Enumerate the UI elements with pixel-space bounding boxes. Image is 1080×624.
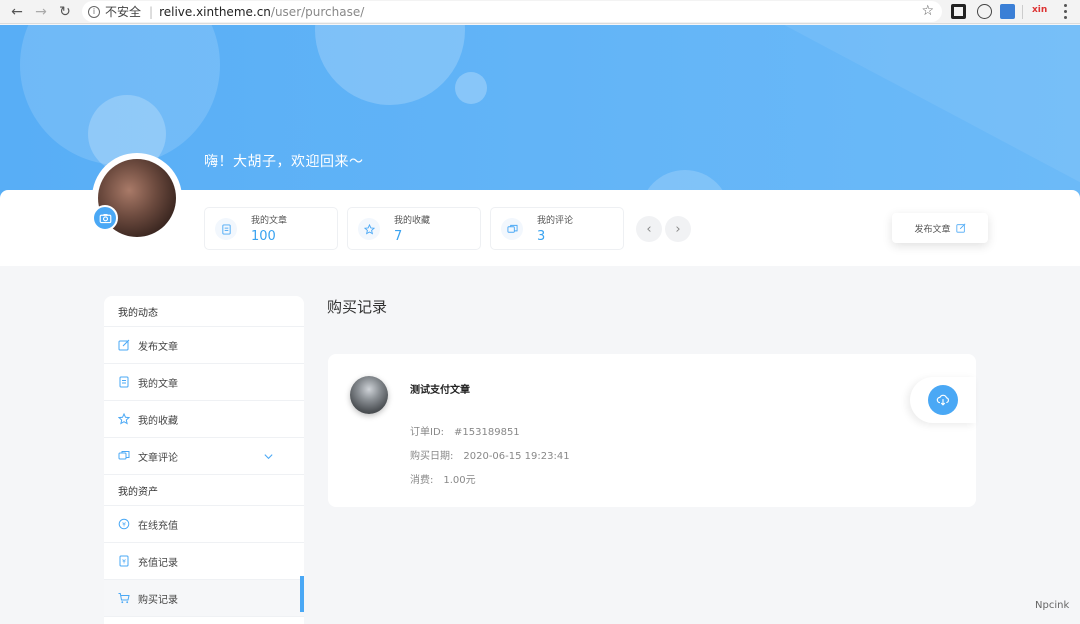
url-separator: | [149, 4, 154, 19]
active-indicator [300, 576, 304, 612]
stat-my-articles[interactable]: 我的文章 100 [204, 207, 338, 250]
stat-value: 100 [251, 229, 276, 244]
sidebar-item-publish[interactable]: 发布文章 [104, 327, 304, 364]
sidebar-item-label: 充值记录 [138, 557, 178, 569]
sidebar-item-label: 我的文章 [138, 378, 178, 390]
camera-icon[interactable] [92, 205, 118, 231]
extension-square-icon[interactable] [951, 4, 966, 19]
comments-icon [118, 451, 130, 460]
sidebar-item-label: 购买记录 [138, 594, 178, 606]
cost-value: 1.00元 [443, 475, 476, 486]
watermark-text: Npcink [1035, 600, 1070, 611]
reload-icon[interactable]: ↻ [56, 3, 74, 21]
insecure-label: 不安全 [105, 5, 142, 19]
svg-text:¥: ¥ [122, 521, 126, 528]
sidebar-section-activity: 我的动态 [104, 296, 304, 327]
browser-menu-icon[interactable] [1064, 4, 1068, 19]
sidebar-item-label: 我的收藏 [138, 415, 178, 427]
cart-icon [118, 593, 130, 604]
toolbar-divider [1022, 5, 1023, 19]
receipt-icon: ¥ [119, 555, 129, 567]
greeting-text: 嗨！大胡子，欢迎回来～ [204, 154, 364, 170]
publish-button-label: 发布文章 [914, 224, 951, 235]
stat-label: 我的评论 [537, 216, 574, 226]
extension-blue-icon[interactable] [1000, 4, 1015, 19]
sidebar-item-my-favorites[interactable]: 我的收藏 [104, 401, 304, 438]
cloud-download-icon [936, 394, 949, 406]
address-bar[interactable]: i 不安全 | relive.xintheme.cn/user/purchase… [82, 1, 942, 22]
sidebar-section-assets: 我的资产 [104, 475, 304, 506]
info-icon[interactable]: i [88, 5, 100, 18]
cost-label: 消费: [410, 475, 434, 486]
stat-value: 3 [537, 229, 546, 244]
order-id-row: 订单ID: #153189851 [410, 423, 520, 438]
back-icon[interactable]: ← [8, 3, 26, 21]
sidebar-item-label: 在线充值 [138, 520, 178, 532]
bookmark-star-icon[interactable]: ☆ [921, 3, 934, 19]
order-id-value: #153189851 [454, 427, 520, 438]
stat-value: 7 [394, 229, 403, 244]
download-button[interactable] [928, 385, 958, 415]
edit-icon [955, 223, 965, 233]
prev-arrow-icon[interactable]: ‹ [636, 216, 662, 242]
extension-circle-icon[interactable] [977, 4, 992, 19]
chevron-down-icon[interactable] [263, 451, 274, 462]
stat-my-comments[interactable]: 我的评论 3 [490, 207, 624, 250]
extension-xin-icon[interactable]: xin [1032, 5, 1047, 15]
banner-bubble [455, 72, 487, 104]
url-domain: relive.xintheme.cn [159, 4, 271, 19]
purchase-date-value: 2020-06-15 19:23:41 [463, 451, 570, 462]
stat-label: 我的收藏 [394, 216, 431, 226]
star-icon [118, 413, 130, 425]
sidebar-item-purchase-records[interactable]: 购买记录 [104, 580, 304, 617]
url-path: /user/purchase/ [270, 4, 365, 19]
sidebar-item-label: 文章评论 [138, 452, 178, 464]
star-icon [358, 218, 380, 240]
purchase-date-row: 购买日期: 2020-06-15 19:23:41 [410, 447, 570, 462]
edit-icon [118, 339, 130, 351]
sidebar-item-recharge-records[interactable]: ¥ 充值记录 [104, 543, 304, 580]
banner-bubble [315, 25, 465, 105]
cost-row: 消费: 1.00元 [410, 471, 476, 486]
sidebar-item-label: 发布文章 [138, 341, 178, 353]
user-sidebar: 我的动态 发布文章 我的文章 我的收藏 文章评论 我的资产 ¥ 在线充值 ¥ 充… [104, 296, 304, 624]
browser-toolbar: ← → ↻ i 不安全 | relive.xintheme.cn/user/pu… [0, 0, 1080, 24]
sidebar-item-article-comments[interactable]: 文章评论 [104, 438, 304, 475]
article-thumbnail[interactable] [350, 376, 388, 414]
forward-icon[interactable]: → [32, 3, 50, 21]
banner-decoration [701, 25, 1080, 205]
document-icon [119, 376, 129, 388]
svg-text:¥: ¥ [122, 558, 126, 565]
sidebar-item-recharge[interactable]: ¥ 在线充值 [104, 506, 304, 543]
coin-icon: ¥ [118, 518, 130, 530]
publish-article-button[interactable]: 发布文章 [892, 213, 988, 243]
stat-my-favorites[interactable]: 我的收藏 7 [347, 207, 481, 250]
page-title: 购买记录 [327, 298, 388, 316]
order-id-label: 订单ID: [410, 427, 445, 438]
comments-icon [501, 218, 523, 240]
next-arrow-icon[interactable]: › [665, 216, 691, 242]
stat-label: 我的文章 [251, 216, 288, 226]
purchase-date-label: 购买日期: [410, 451, 454, 462]
article-title-link[interactable]: 测试支付文章 [410, 381, 470, 396]
sidebar-item-my-articles[interactable]: 我的文章 [104, 364, 304, 401]
document-icon [215, 218, 237, 240]
